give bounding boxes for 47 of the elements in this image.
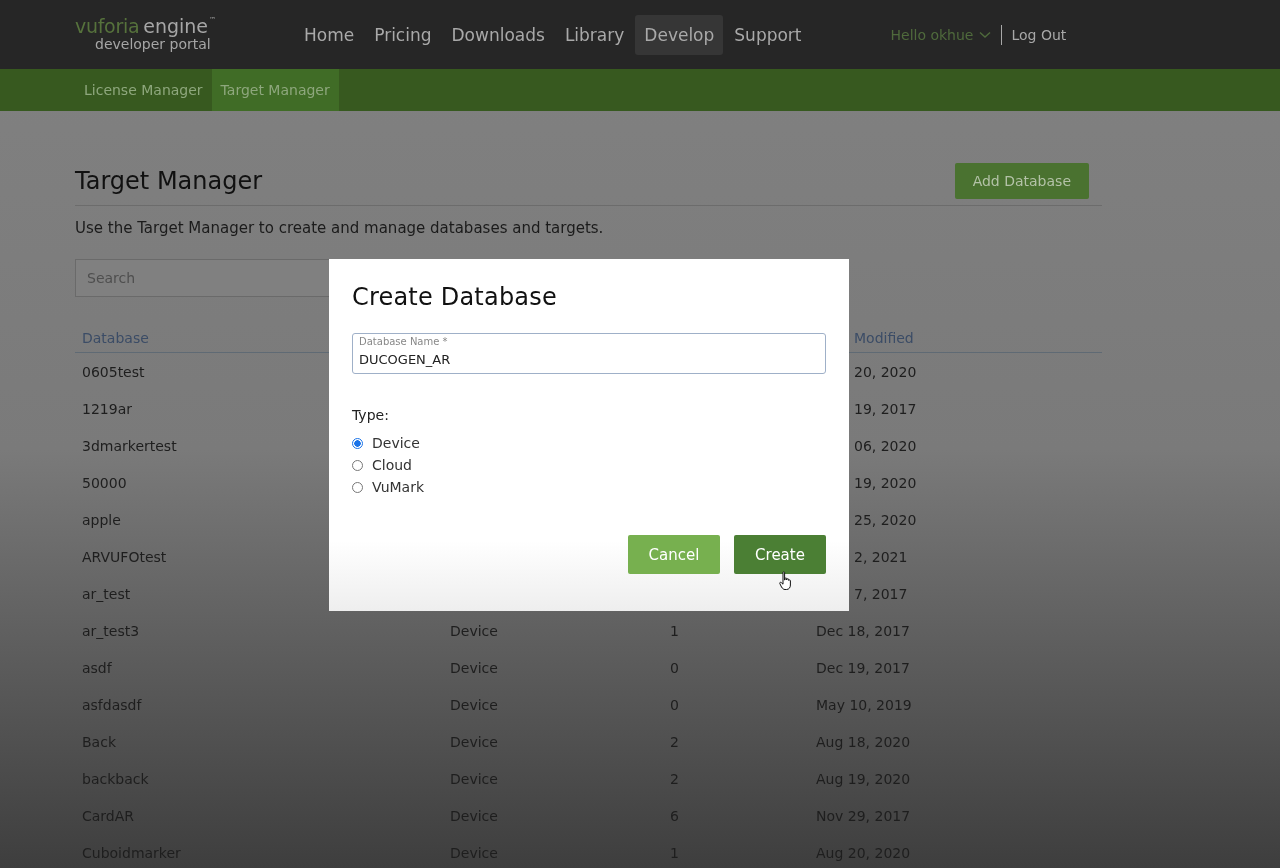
nav-link[interactable]: Pricing — [365, 14, 441, 55]
table-cell: ARVUFOtest — [82, 549, 167, 565]
table-cell: asdf — [82, 660, 112, 676]
table-cell: ar_test — [82, 586, 131, 602]
page-title: Target Manager — [75, 167, 263, 195]
table-cell: ar_test3 — [82, 623, 140, 639]
nav-link[interactable]: Library — [555, 14, 634, 55]
table-cell-text: 20, 2020 — [853, 363, 917, 380]
dialog-title: Create Database — [352, 283, 558, 311]
table-cell: Dec 19, 2017 — [816, 659, 910, 676]
table-cell-text: Device — [450, 622, 499, 639]
nav-link[interactable]: Home — [295, 14, 364, 55]
radio-button[interactable] — [352, 437, 363, 449]
table-cell-text: 19, 2020 — [853, 474, 917, 491]
hand-cursor-icon — [779, 571, 793, 591]
table-cell: 50000 — [82, 475, 127, 491]
table-cell-text: Device — [450, 659, 499, 676]
table-cell: 3dmarkertest — [82, 438, 177, 454]
chevron-down-icon — [979, 30, 992, 39]
logo-subtitle: developer portal — [95, 36, 211, 52]
table-cell-text: 06, 2020 — [853, 437, 917, 454]
table-cell-text: 19, 2017 — [853, 400, 917, 417]
table-cell-text: 2, 2021 — [853, 548, 908, 565]
table-cell: asfdasdf — [82, 697, 142, 713]
table-cell-text: 25, 2020 — [853, 511, 917, 528]
type-label: Type: — [352, 407, 390, 423]
table-cell-text: 1 — [670, 622, 680, 639]
field-label: Database Name * — [359, 337, 448, 347]
table-cell-text: 0 — [670, 696, 680, 713]
nav-link[interactable]: Downloads — [442, 14, 554, 55]
table-cell: 1219ar — [82, 401, 132, 417]
radio-label[interactable]: Device — [372, 435, 420, 451]
radio-label[interactable]: Cloud — [372, 457, 412, 473]
table-cell: May 10, 2019 — [816, 696, 912, 713]
logout-link[interactable]: Log Out — [1001, 24, 1067, 45]
table-cell: 0605test — [82, 364, 145, 380]
radio-label[interactable]: VuMark — [372, 479, 425, 495]
table-cell-text: 7, 2017 — [853, 585, 908, 602]
table-cell-text: 0 — [670, 659, 680, 676]
page-description: Use the Target Manager to create and manage databases and targets. — [75, 219, 605, 237]
create-button[interactable]: Create — [734, 535, 826, 574]
nav-link[interactable]: Support — [725, 14, 811, 55]
table-cell: apple — [82, 512, 121, 528]
table-cell: Dec 18, 2017 — [816, 622, 910, 639]
table-cell-text: Device — [450, 696, 499, 713]
nav-link[interactable]: Develop — [635, 14, 724, 55]
logo-brand: vuforia — [75, 17, 140, 36]
